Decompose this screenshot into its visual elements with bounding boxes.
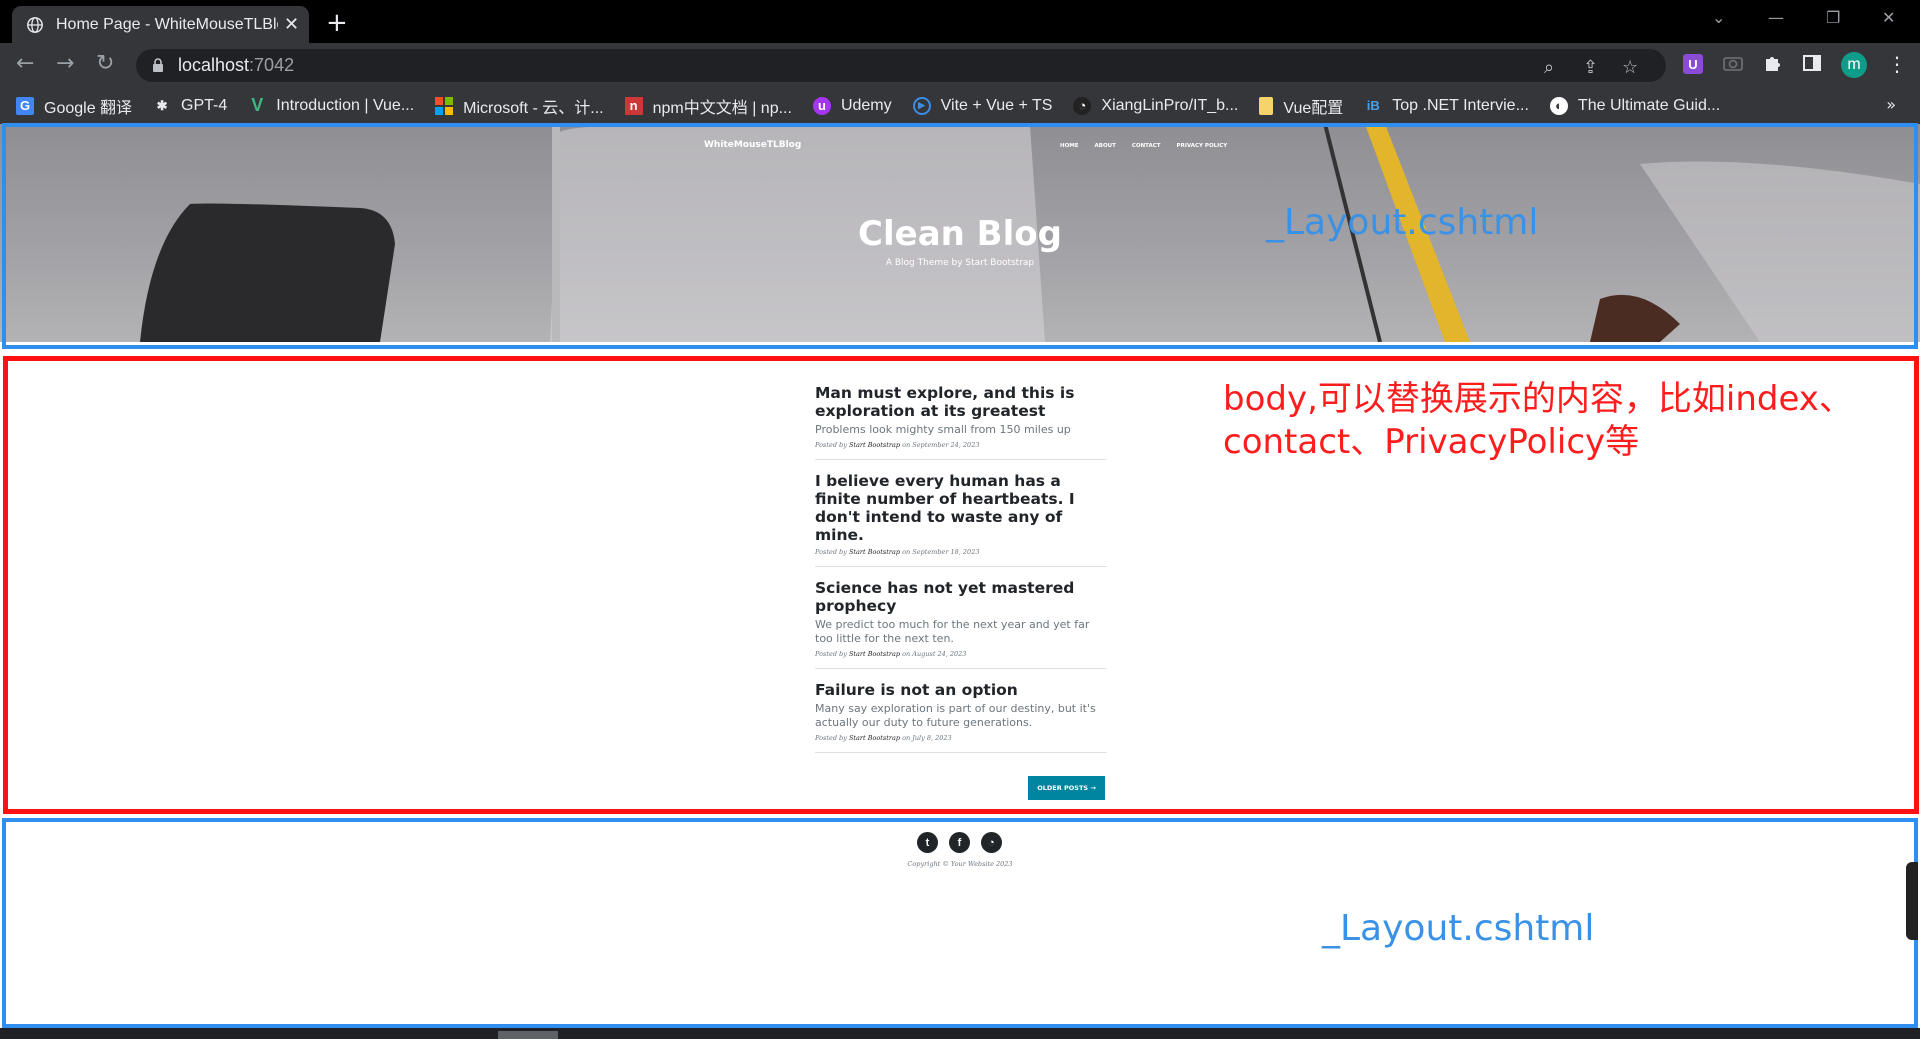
openai-icon: ✱: [156, 97, 168, 113]
extension-u-icon[interactable]: U: [1682, 53, 1704, 75]
google-translate-icon: G: [16, 96, 34, 115]
lock-icon: [153, 58, 163, 72]
reload-icon[interactable]: ↻: [96, 51, 114, 76]
minimize-icon[interactable]: —: [1768, 8, 1784, 27]
extensions-puzzle-icon[interactable]: [1762, 53, 1782, 73]
globe-icon: ◐: [1549, 96, 1568, 115]
body-highlight: [3, 356, 1919, 814]
browser-title-bar: Home Page - WhiteMouseTLBlog ✕ + ⌄ — ❐ ✕: [0, 0, 1920, 43]
browser-tab[interactable]: Home Page - WhiteMouseTLBlog ✕: [12, 6, 309, 43]
bookmark-folder-vue[interactable]: Vue配置: [1259, 94, 1343, 118]
npm-icon: n: [624, 96, 643, 115]
ib-icon: iB: [1366, 98, 1380, 113]
taskbar-thumb[interactable]: [498, 1031, 558, 1039]
close-window-icon[interactable]: ✕: [1882, 8, 1895, 27]
back-icon[interactable]: ←: [16, 51, 34, 76]
tab-search-icon[interactable]: ⌄: [1712, 8, 1725, 27]
taskbar-strip: [0, 1028, 1920, 1039]
tab-title: Home Page - WhiteMouseTLBlog: [56, 15, 278, 33]
close-tab-icon[interactable]: ✕: [284, 14, 299, 35]
bookmark-udemy[interactable]: u Udemy: [812, 96, 892, 115]
bookmarks-bar: G Google 翻译 ✱ GPT-4 V Introduction | Vue...…: [0, 87, 1920, 124]
bookmark-star-icon[interactable]: ☆: [1622, 57, 1638, 78]
more-bookmarks-icon[interactable]: »: [1886, 95, 1896, 114]
restore-icon[interactable]: ❐: [1826, 8, 1840, 27]
profile-avatar[interactable]: m: [1841, 52, 1867, 78]
camera-icon[interactable]: [1722, 53, 1744, 73]
vite-icon: ▶: [912, 96, 931, 115]
bookmark-github[interactable]: ◔ XiangLinPro/IT_b...: [1073, 96, 1238, 115]
url-text: localhost:7042: [178, 55, 295, 75]
forward-icon[interactable]: →: [56, 51, 74, 76]
udemy-icon: u: [812, 96, 831, 115]
folder-icon: [1259, 96, 1274, 115]
new-tab-button[interactable]: +: [326, 8, 348, 38]
vue-icon: V: [251, 95, 264, 115]
bookmark-vite[interactable]: ▶ Vite + Vue + TS: [912, 96, 1052, 115]
side-panel-icon[interactable]: [1802, 53, 1822, 73]
bookmark-ultimate-guide[interactable]: ◐ The Ultimate Guid...: [1549, 96, 1720, 115]
bookmark-npm[interactable]: n npm中文文档 | np...: [624, 94, 792, 118]
bookmark-microsoft[interactable]: Microsoft - 云、计...: [435, 94, 604, 118]
github-icon: ◔: [1073, 96, 1092, 115]
address-bar[interactable]: localhost:7042 ⌕ ⇪ ☆: [136, 49, 1666, 82]
layout-highlight-bottom: [2, 818, 1918, 1028]
bookmark-google-translate[interactable]: G Google 翻译: [16, 94, 132, 118]
browser-toolbar: ← → ↻ localhost:7042 ⌕ ⇪ ☆ U m ⋮: [0, 43, 1920, 87]
share-icon[interactable]: ⇪: [1583, 57, 1598, 78]
microsoft-icon: [435, 96, 454, 115]
side-handle[interactable]: [1906, 862, 1918, 940]
svg-text:U: U: [1688, 57, 1697, 72]
globe-icon: [27, 16, 43, 33]
zoom-icon[interactable]: ⌕: [1544, 57, 1554, 78]
bookmark-dotnet[interactable]: iB Top .NET Intervie...: [1364, 97, 1529, 115]
bookmark-vue-intro[interactable]: V Introduction | Vue...: [248, 95, 414, 115]
menu-kebab-icon[interactable]: ⋮: [1887, 52, 1907, 76]
bookmark-gpt4[interactable]: ✱ GPT-4: [153, 97, 228, 115]
layout-highlight-top: [2, 123, 1918, 349]
